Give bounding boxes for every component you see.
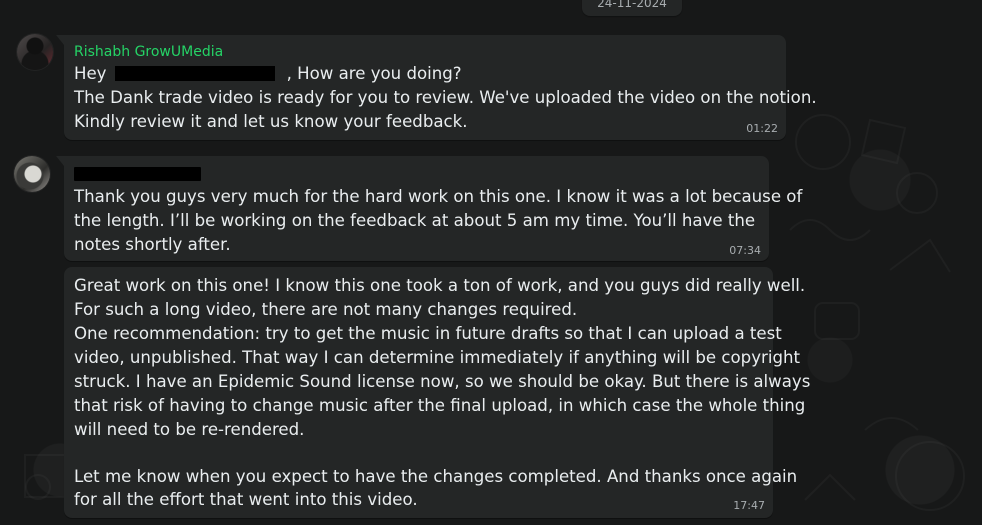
- message-text-line: For such a long video, there are not man…: [74, 300, 578, 319]
- message-text-line: Let me know when you expect to have the …: [74, 467, 798, 486]
- message-text-line: notes shortly after.: [74, 235, 231, 254]
- message-text-line: the length. I’ll be working on the feedb…: [74, 211, 756, 230]
- avatar-recipient[interactable]: [14, 156, 50, 192]
- avatar-rishabh[interactable]: [17, 34, 53, 70]
- message-bubble-2[interactable]: Thank you guys very much for the hard wo…: [56, 156, 803, 261]
- redacted-sender-name: [74, 167, 201, 181]
- message-text-line: for all the effort that went into this v…: [74, 490, 418, 509]
- message-time: 07:34: [729, 244, 761, 257]
- message-text-line: that risk of having to change music afte…: [74, 396, 806, 415]
- message-text-line: Kindly review it and let us know your fe…: [74, 112, 468, 131]
- greeting-suffix: , How are you doing?: [286, 64, 462, 83]
- message-bubble-3[interactable]: Great work on this one! I know this one …: [64, 267, 811, 518]
- message-empty-line: [74, 442, 761, 466]
- message-tail-left: [56, 35, 64, 45]
- message-time: 01:22: [746, 122, 778, 135]
- sender-name[interactable]: Rishabh GrowUMedia: [74, 43, 223, 61]
- redacted-name: [115, 66, 276, 81]
- chat-panel: 24-11-2024 Rishabh GrowUMedia Hey , How …: [0, 0, 982, 525]
- message-bubble-1[interactable]: Rishabh GrowUMedia Hey , How are you doi…: [56, 35, 817, 140]
- message-greeting-line: Hey , How are you doing?: [74, 62, 462, 86]
- greeting-prefix: Hey: [74, 64, 107, 83]
- message-text-line: Thank you guys very much for the hard wo…: [74, 187, 803, 206]
- date-separator: 24-11-2024: [582, 0, 682, 16]
- message-time: 17:47: [733, 499, 765, 512]
- message-text-line: video, unpublished. That way I can deter…: [74, 348, 801, 367]
- message-text-line: will need to be re-rendered.: [74, 420, 305, 439]
- message-text-line: The Dank trade video is ready for you to…: [74, 88, 817, 107]
- message-tail-left: [56, 156, 64, 166]
- message-text-line: struck. I have an Epidemic Sound license…: [74, 372, 811, 391]
- message-text-line: Great work on this one! I know this one …: [74, 276, 806, 295]
- message-text-line: One recommendation: try to get the music…: [74, 324, 782, 343]
